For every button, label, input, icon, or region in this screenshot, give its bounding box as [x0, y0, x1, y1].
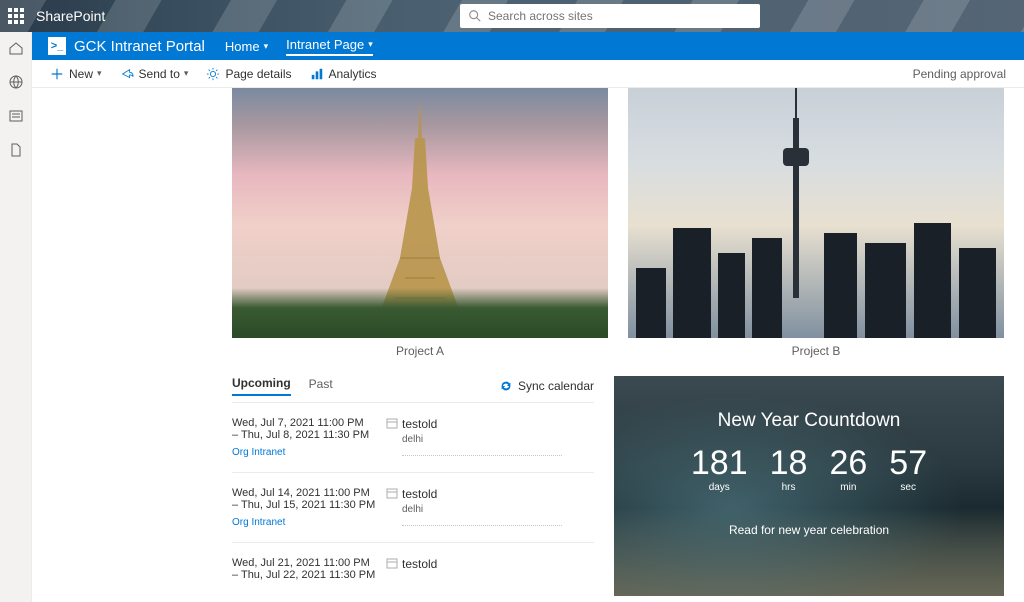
- event-end: – Thu, Jul 22, 2021 11:30 PM: [232, 569, 390, 581]
- site-title[interactable]: GCK Intranet Portal: [74, 38, 205, 55]
- left-rail: [0, 32, 32, 602]
- site-logo[interactable]: >_: [48, 37, 66, 55]
- analytics-button[interactable]: Analytics: [310, 67, 377, 81]
- event-divider: [402, 455, 562, 456]
- countdown-subtitle: Read for new year celebration: [614, 523, 1004, 537]
- event-location: delhi: [402, 434, 594, 445]
- search-box[interactable]: [460, 4, 760, 28]
- countdown-days: 181: [691, 446, 748, 480]
- analytics-icon: [310, 67, 324, 81]
- chevron-down-icon: ▾: [184, 68, 189, 79]
- eiffel-tower-graphic: [370, 98, 470, 328]
- gallery-tile[interactable]: Project B: [628, 88, 1004, 358]
- calendar-icon: [386, 487, 398, 499]
- tab-upcoming[interactable]: Upcoming: [232, 376, 291, 396]
- search-input[interactable]: [488, 9, 752, 23]
- page-canvas: Project A Project B Upc: [32, 88, 1024, 602]
- nav-intranet-page[interactable]: Intranet Page▾: [286, 37, 373, 56]
- command-bar: New▾ Send to▾ Page details Analytics Pen…: [32, 60, 1024, 88]
- event-item[interactable]: Wed, Jul 7, 2021 11:00 PM – Thu, Jul 8, …: [232, 403, 594, 473]
- gallery-caption: Project A: [232, 344, 608, 358]
- sync-calendar-button[interactable]: Sync calendar: [499, 379, 594, 393]
- events-webpart: Upcoming Past Sync calendar Wed, Jul 7, …: [232, 376, 594, 596]
- project-b-image: [628, 88, 1004, 338]
- gear-icon: [206, 67, 220, 81]
- file-icon[interactable]: [8, 142, 24, 158]
- event-item[interactable]: Wed, Jul 21, 2021 11:00 PM – Thu, Jul 22…: [232, 543, 594, 595]
- home-icon[interactable]: [8, 40, 24, 56]
- event-start: Wed, Jul 21, 2021 11:00 PM: [232, 557, 390, 569]
- countdown-hrs: 18: [770, 446, 808, 480]
- countdown-webpart: New Year Countdown 181days 18hrs 26min 5…: [614, 376, 1004, 596]
- globe-icon[interactable]: [8, 74, 24, 90]
- gallery-caption: Project B: [628, 344, 1004, 358]
- event-source[interactable]: Org Intranet: [232, 447, 390, 458]
- event-location: delhi: [402, 504, 594, 515]
- event-source[interactable]: Org Intranet: [232, 517, 390, 528]
- page-status: Pending approval: [913, 67, 1006, 81]
- plus-icon: [50, 67, 64, 81]
- calendar-icon: [386, 417, 398, 429]
- site-header: >_ GCK Intranet Portal Home▾ Intranet Pa…: [32, 32, 1024, 60]
- page-details-button[interactable]: Page details: [206, 67, 291, 81]
- event-item[interactable]: Wed, Jul 14, 2021 11:00 PM – Thu, Jul 15…: [232, 473, 594, 543]
- countdown-values: 181days 18hrs 26min 57sec: [614, 446, 1004, 493]
- event-divider: [402, 525, 562, 526]
- nav-home[interactable]: Home▾: [225, 39, 268, 54]
- suite-bar: SharePoint: [0, 0, 1024, 32]
- new-button[interactable]: New▾: [50, 67, 102, 81]
- calendar-icon: [386, 557, 398, 569]
- tab-past[interactable]: Past: [309, 377, 333, 395]
- image-gallery: Project A Project B: [32, 88, 1024, 358]
- event-start: Wed, Jul 14, 2021 11:00 PM: [232, 487, 390, 499]
- event-title: testold: [402, 487, 594, 501]
- countdown-sec: 57: [889, 446, 927, 480]
- event-end: – Thu, Jul 8, 2021 11:30 PM: [232, 429, 390, 441]
- chevron-down-icon: ▾: [264, 41, 269, 52]
- project-a-image: [232, 88, 608, 338]
- countdown-min: 26: [829, 446, 867, 480]
- suite-name[interactable]: SharePoint: [36, 8, 105, 24]
- event-end: – Thu, Jul 15, 2021 11:30 PM: [232, 499, 390, 511]
- chevron-down-icon: ▾: [368, 39, 373, 50]
- sync-icon: [499, 379, 513, 393]
- app-launcher-icon[interactable]: [8, 8, 24, 24]
- search-icon: [468, 9, 482, 23]
- event-title: testold: [402, 417, 594, 431]
- skyline-graphic: [628, 218, 1004, 338]
- news-icon[interactable]: [8, 108, 24, 124]
- event-start: Wed, Jul 7, 2021 11:00 PM: [232, 417, 390, 429]
- event-title: testold: [402, 557, 594, 571]
- send-to-button[interactable]: Send to▾: [120, 67, 189, 81]
- gallery-tile[interactable]: Project A: [232, 88, 608, 358]
- events-tabs: Upcoming Past Sync calendar: [232, 376, 594, 403]
- share-icon: [120, 67, 134, 81]
- chevron-down-icon: ▾: [97, 68, 102, 79]
- countdown-title: New Year Countdown: [614, 410, 1004, 432]
